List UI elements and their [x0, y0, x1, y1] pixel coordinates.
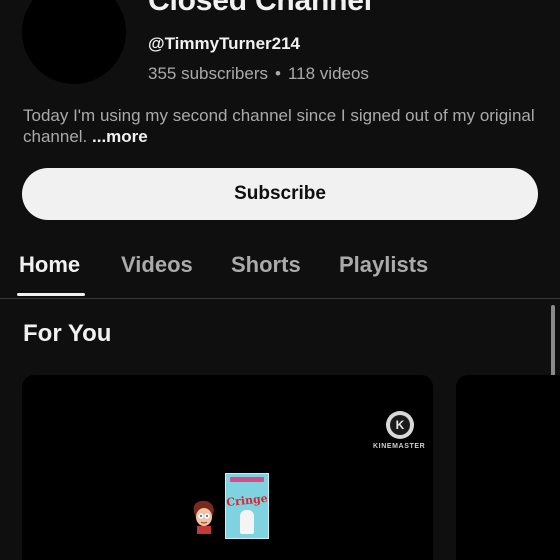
channel-title: Closed Channel [148, 0, 372, 17]
kinemaster-logo-icon: K [386, 411, 414, 439]
section-title: For You [23, 320, 112, 347]
tab-playlists[interactable]: Playlists [339, 252, 428, 278]
channel-tabs: Home Videos Shorts Playlists [0, 242, 560, 298]
subscriber-count: 355 subscribers [148, 64, 269, 83]
video-card[interactable]: K KINEMASTER Cringe [22, 375, 433, 560]
tab-shorts[interactable]: Shorts [231, 252, 301, 278]
channel-avatar[interactable] [22, 0, 126, 84]
channel-stats: 355 subscribers • 118 videos [148, 64, 369, 84]
tab-home[interactable]: Home [19, 252, 80, 278]
cartoon-character-icon [193, 500, 214, 534]
tab-videos[interactable]: Videos [121, 252, 193, 278]
subscribe-button[interactable]: Subscribe [22, 168, 538, 220]
channel-description[interactable]: Today I'm using my second channel since … [23, 105, 543, 147]
more-link[interactable]: ...more [92, 127, 148, 146]
poster-banner [230, 477, 264, 482]
next-video-card[interactable] [456, 375, 560, 560]
poster-title: Cringe [225, 491, 269, 510]
thumbnail-poster: Cringe [225, 473, 269, 539]
video-count: 118 videos [287, 64, 369, 83]
active-tab-indicator [17, 293, 85, 296]
channel-handle: @TimmyTurner214 [148, 34, 301, 53]
tabs-divider [0, 298, 560, 299]
kinemaster-watermark: KINEMASTER [373, 443, 426, 450]
poster-figure [240, 510, 254, 534]
stats-separator: • [275, 64, 281, 83]
